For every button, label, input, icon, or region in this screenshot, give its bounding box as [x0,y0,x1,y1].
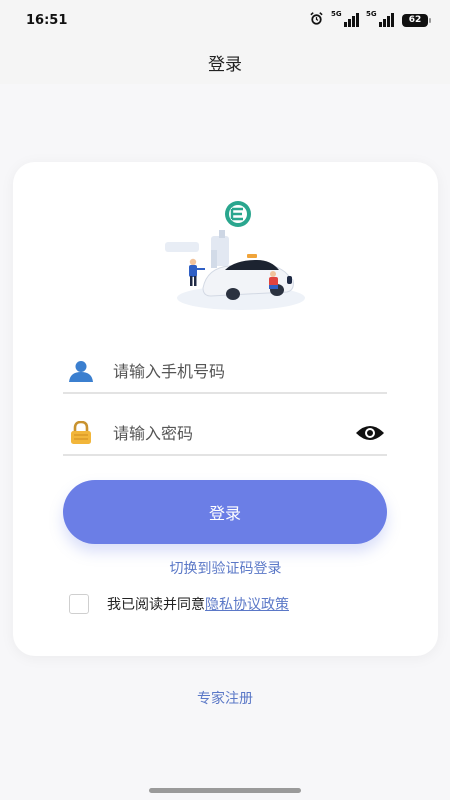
signal-tag: 5G [331,10,342,18]
status-bar: 16:51 5G 5G 62 [0,0,450,40]
phone-field [63,350,387,394]
signal-icon: 5G [366,10,394,27]
mechanic-figure-left [189,258,205,286]
eye-icon[interactable] [353,424,387,442]
password-field [63,412,387,456]
user-icon [63,360,99,382]
expert-register-link[interactable]: 专家注册 [0,688,450,708]
phone-input[interactable] [113,361,387,381]
privacy-policy-link[interactable]: 隐私协议政策 [205,594,289,614]
app-logo-icon [225,201,251,227]
signal-tag: 5G [366,10,377,18]
agree-text: 我已阅读并同意 [107,597,205,613]
login-card: 登录 切换到验证码登录 我已阅读并同意 隐私协议政策 [13,162,438,656]
status-icons: 5G 5G 62 [309,10,431,30]
password-input[interactable] [113,423,353,443]
agreement-row: 我已阅读并同意 隐私协议政策 [69,594,289,614]
signal-icon: 5G [331,10,359,27]
login-button[interactable]: 登录 [63,480,387,544]
page-title: 登录 [208,54,242,75]
status-time: 16:51 [26,12,68,28]
nav-header: 登录 [0,40,450,84]
alarm-icon [309,11,324,30]
home-indicator[interactable] [149,788,301,793]
car-service-illustration [165,201,305,310]
lock-icon [63,421,99,445]
agree-checkbox[interactable] [69,594,89,614]
battery-level: 62 [408,15,422,25]
switch-to-code-login-link[interactable]: 切换到验证码登录 [13,558,438,578]
battery-icon: 62 [402,13,431,27]
